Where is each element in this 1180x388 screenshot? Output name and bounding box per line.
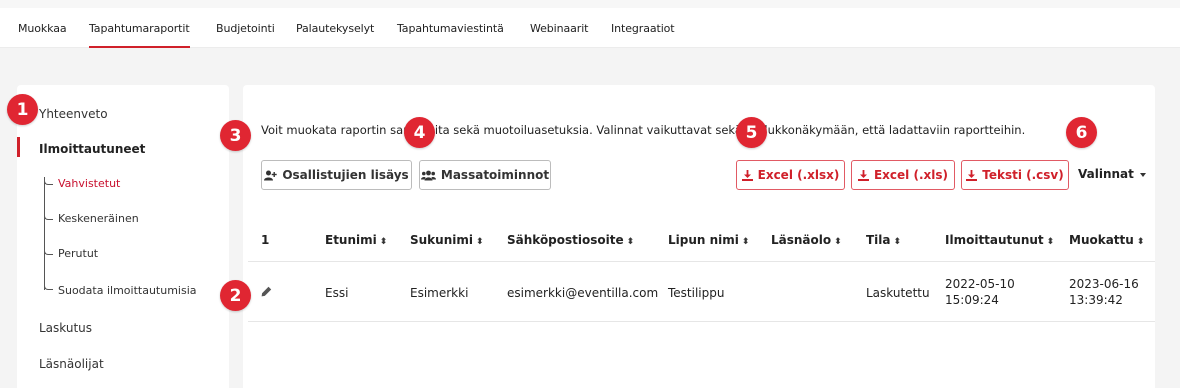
column-label: Läsnäolo bbox=[771, 233, 832, 247]
cell-last-name: Esimerkki bbox=[410, 286, 469, 300]
bulk-actions-label: Massatoiminnot bbox=[440, 168, 550, 182]
sidebar-item-yhteenveto[interactable]: Yhteenveto bbox=[39, 107, 108, 121]
column-label: Sukunimi bbox=[410, 233, 473, 247]
cell-modified-time: 13:39:42 bbox=[1069, 293, 1123, 307]
column-label: Sähköpostiosoite bbox=[507, 233, 624, 247]
caret-down-icon bbox=[1139, 172, 1146, 177]
column-header-sukunimi[interactable]: Sukunimi ⬍ bbox=[410, 233, 484, 247]
sort-icon: ⬍ bbox=[1136, 237, 1145, 247]
sidebar-subitem-vahvistetut[interactable]: Vahvistetut bbox=[58, 177, 120, 190]
table-row-divider bbox=[248, 321, 1155, 322]
annotation-badge: 5 bbox=[736, 117, 767, 148]
edit-row-icon[interactable] bbox=[261, 285, 272, 301]
column-header-index: 1 bbox=[261, 233, 270, 247]
text-csv-download-button[interactable]: Teksti (.csv) bbox=[961, 160, 1069, 190]
excel-xlsx-download-button[interactable]: Excel (.xlsx) bbox=[736, 160, 845, 190]
sidebar-active-indicator bbox=[17, 137, 20, 157]
tab-tapahtumaviestinta[interactable]: Tapahtumaviestintä bbox=[397, 22, 504, 35]
sidebar-subitem-suodata[interactable]: Suodata ilmoittautumisia bbox=[58, 284, 197, 297]
column-header-email[interactable]: Sähköpostiosoite ⬍ bbox=[507, 233, 634, 247]
report-main-panel: Voit muokata raportin sarakkeita sekä mu… bbox=[243, 85, 1155, 388]
excel-xls-download-button[interactable]: Excel (.xls) bbox=[851, 160, 955, 190]
bulk-actions-button[interactable]: Massatoiminnot bbox=[419, 160, 551, 190]
sidebar-item-lasnaolijat[interactable]: Läsnäolijat bbox=[39, 357, 104, 371]
sort-icon: ⬍ bbox=[1046, 237, 1055, 247]
options-dropdown[interactable]: Valinnat bbox=[1078, 167, 1146, 181]
tab-webinaarit[interactable]: Webinaarit bbox=[530, 22, 588, 35]
add-participants-label: Osallistujien lisäys bbox=[282, 168, 409, 182]
tree-branch bbox=[44, 285, 53, 290]
annotation-badge: 2 bbox=[220, 280, 251, 311]
text-csv-label: Teksti (.csv) bbox=[982, 168, 1064, 182]
sort-icon: ⬍ bbox=[834, 237, 842, 247]
users-icon bbox=[420, 170, 436, 181]
tree-branch bbox=[44, 215, 53, 220]
tab-muokkaa[interactable]: Muokkaa bbox=[18, 22, 67, 35]
cell-registered-date: 2022-05-10 bbox=[945, 277, 1015, 291]
sidebar-item-laskutus[interactable]: Laskutus bbox=[39, 321, 92, 335]
tab-palautekyselyt[interactable]: Palautekyselyt bbox=[296, 22, 374, 35]
report-sidebar: Yhteenveto Ilmoittautuneet Vahvistetut K… bbox=[17, 85, 229, 388]
column-header-modified[interactable]: Muokattu ⬍ bbox=[1069, 233, 1144, 247]
excel-xls-label: Excel (.xls) bbox=[873, 168, 948, 182]
sidebar-subitem-perutut[interactable]: Perutut bbox=[58, 247, 98, 260]
sidebar-tree-line bbox=[44, 177, 45, 290]
sort-icon: ⬍ bbox=[475, 237, 484, 247]
cell-registered-time: 15:09:24 bbox=[945, 293, 999, 307]
info-text: Voit muokata raportin sarakkeita sekä mu… bbox=[261, 123, 1026, 137]
tab-budjetointi[interactable]: Budjetointi bbox=[216, 22, 275, 35]
column-label: Muokattu bbox=[1069, 233, 1134, 247]
cell-ticket: Testilippu bbox=[668, 286, 725, 300]
tree-branch bbox=[44, 250, 53, 255]
annotation-badge: 6 bbox=[1066, 117, 1097, 148]
column-header-etunimi[interactable]: Etunimi ⬍ bbox=[325, 233, 387, 247]
sort-icon: ⬍ bbox=[626, 237, 635, 247]
column-header-attendance[interactable]: Läsnäolo ⬍ bbox=[771, 233, 842, 247]
add-user-icon bbox=[264, 170, 278, 181]
column-header-ticket[interactable]: Lipun nimi ⬍ bbox=[668, 233, 749, 247]
column-label: Ilmoittautunut bbox=[945, 233, 1044, 247]
cell-email: esimerkki@eventilla.com bbox=[507, 286, 659, 300]
column-header-status[interactable]: Tila ⬍ bbox=[866, 233, 901, 247]
add-participants-button[interactable]: Osallistujien lisäys bbox=[261, 160, 412, 190]
cell-first-name: Essi bbox=[325, 286, 349, 300]
column-label: Lipun nimi bbox=[668, 233, 739, 247]
download-icon bbox=[857, 169, 869, 181]
download-icon bbox=[741, 169, 753, 181]
excel-xlsx-label: Excel (.xlsx) bbox=[757, 168, 840, 182]
annotation-badge: 3 bbox=[220, 120, 251, 151]
options-label: Valinnat bbox=[1078, 167, 1134, 181]
annotation-badge: 4 bbox=[404, 117, 435, 148]
sort-icon: ⬍ bbox=[893, 237, 902, 247]
sidebar-subitem-keskenerainen[interactable]: Keskeneräinen bbox=[58, 212, 139, 225]
column-label: Etunimi bbox=[325, 233, 377, 247]
annotation-badge: 1 bbox=[7, 94, 38, 125]
download-icon bbox=[966, 169, 978, 181]
top-strip bbox=[0, 0, 1180, 8]
column-label: Tila bbox=[866, 233, 891, 247]
sort-icon: ⬍ bbox=[379, 237, 388, 247]
cell-status: Laskutettu bbox=[866, 286, 930, 300]
sidebar-item-ilmoittautuneet[interactable]: Ilmoittautuneet bbox=[39, 142, 145, 156]
top-navigation: Muokkaa Tapahtumaraportit Budjetointi Pa… bbox=[0, 0, 1180, 48]
column-header-registered[interactable]: Ilmoittautunut ⬍ bbox=[945, 233, 1054, 247]
tree-branch bbox=[44, 180, 53, 185]
sort-icon: ⬍ bbox=[741, 237, 750, 247]
tab-tapahtumaraportit[interactable]: Tapahtumaraportit bbox=[89, 22, 190, 48]
tab-integraatiot[interactable]: Integraatiot bbox=[611, 22, 675, 35]
cell-modified-date: 2023-06-16 bbox=[1069, 277, 1139, 291]
table-header-divider bbox=[248, 261, 1155, 262]
